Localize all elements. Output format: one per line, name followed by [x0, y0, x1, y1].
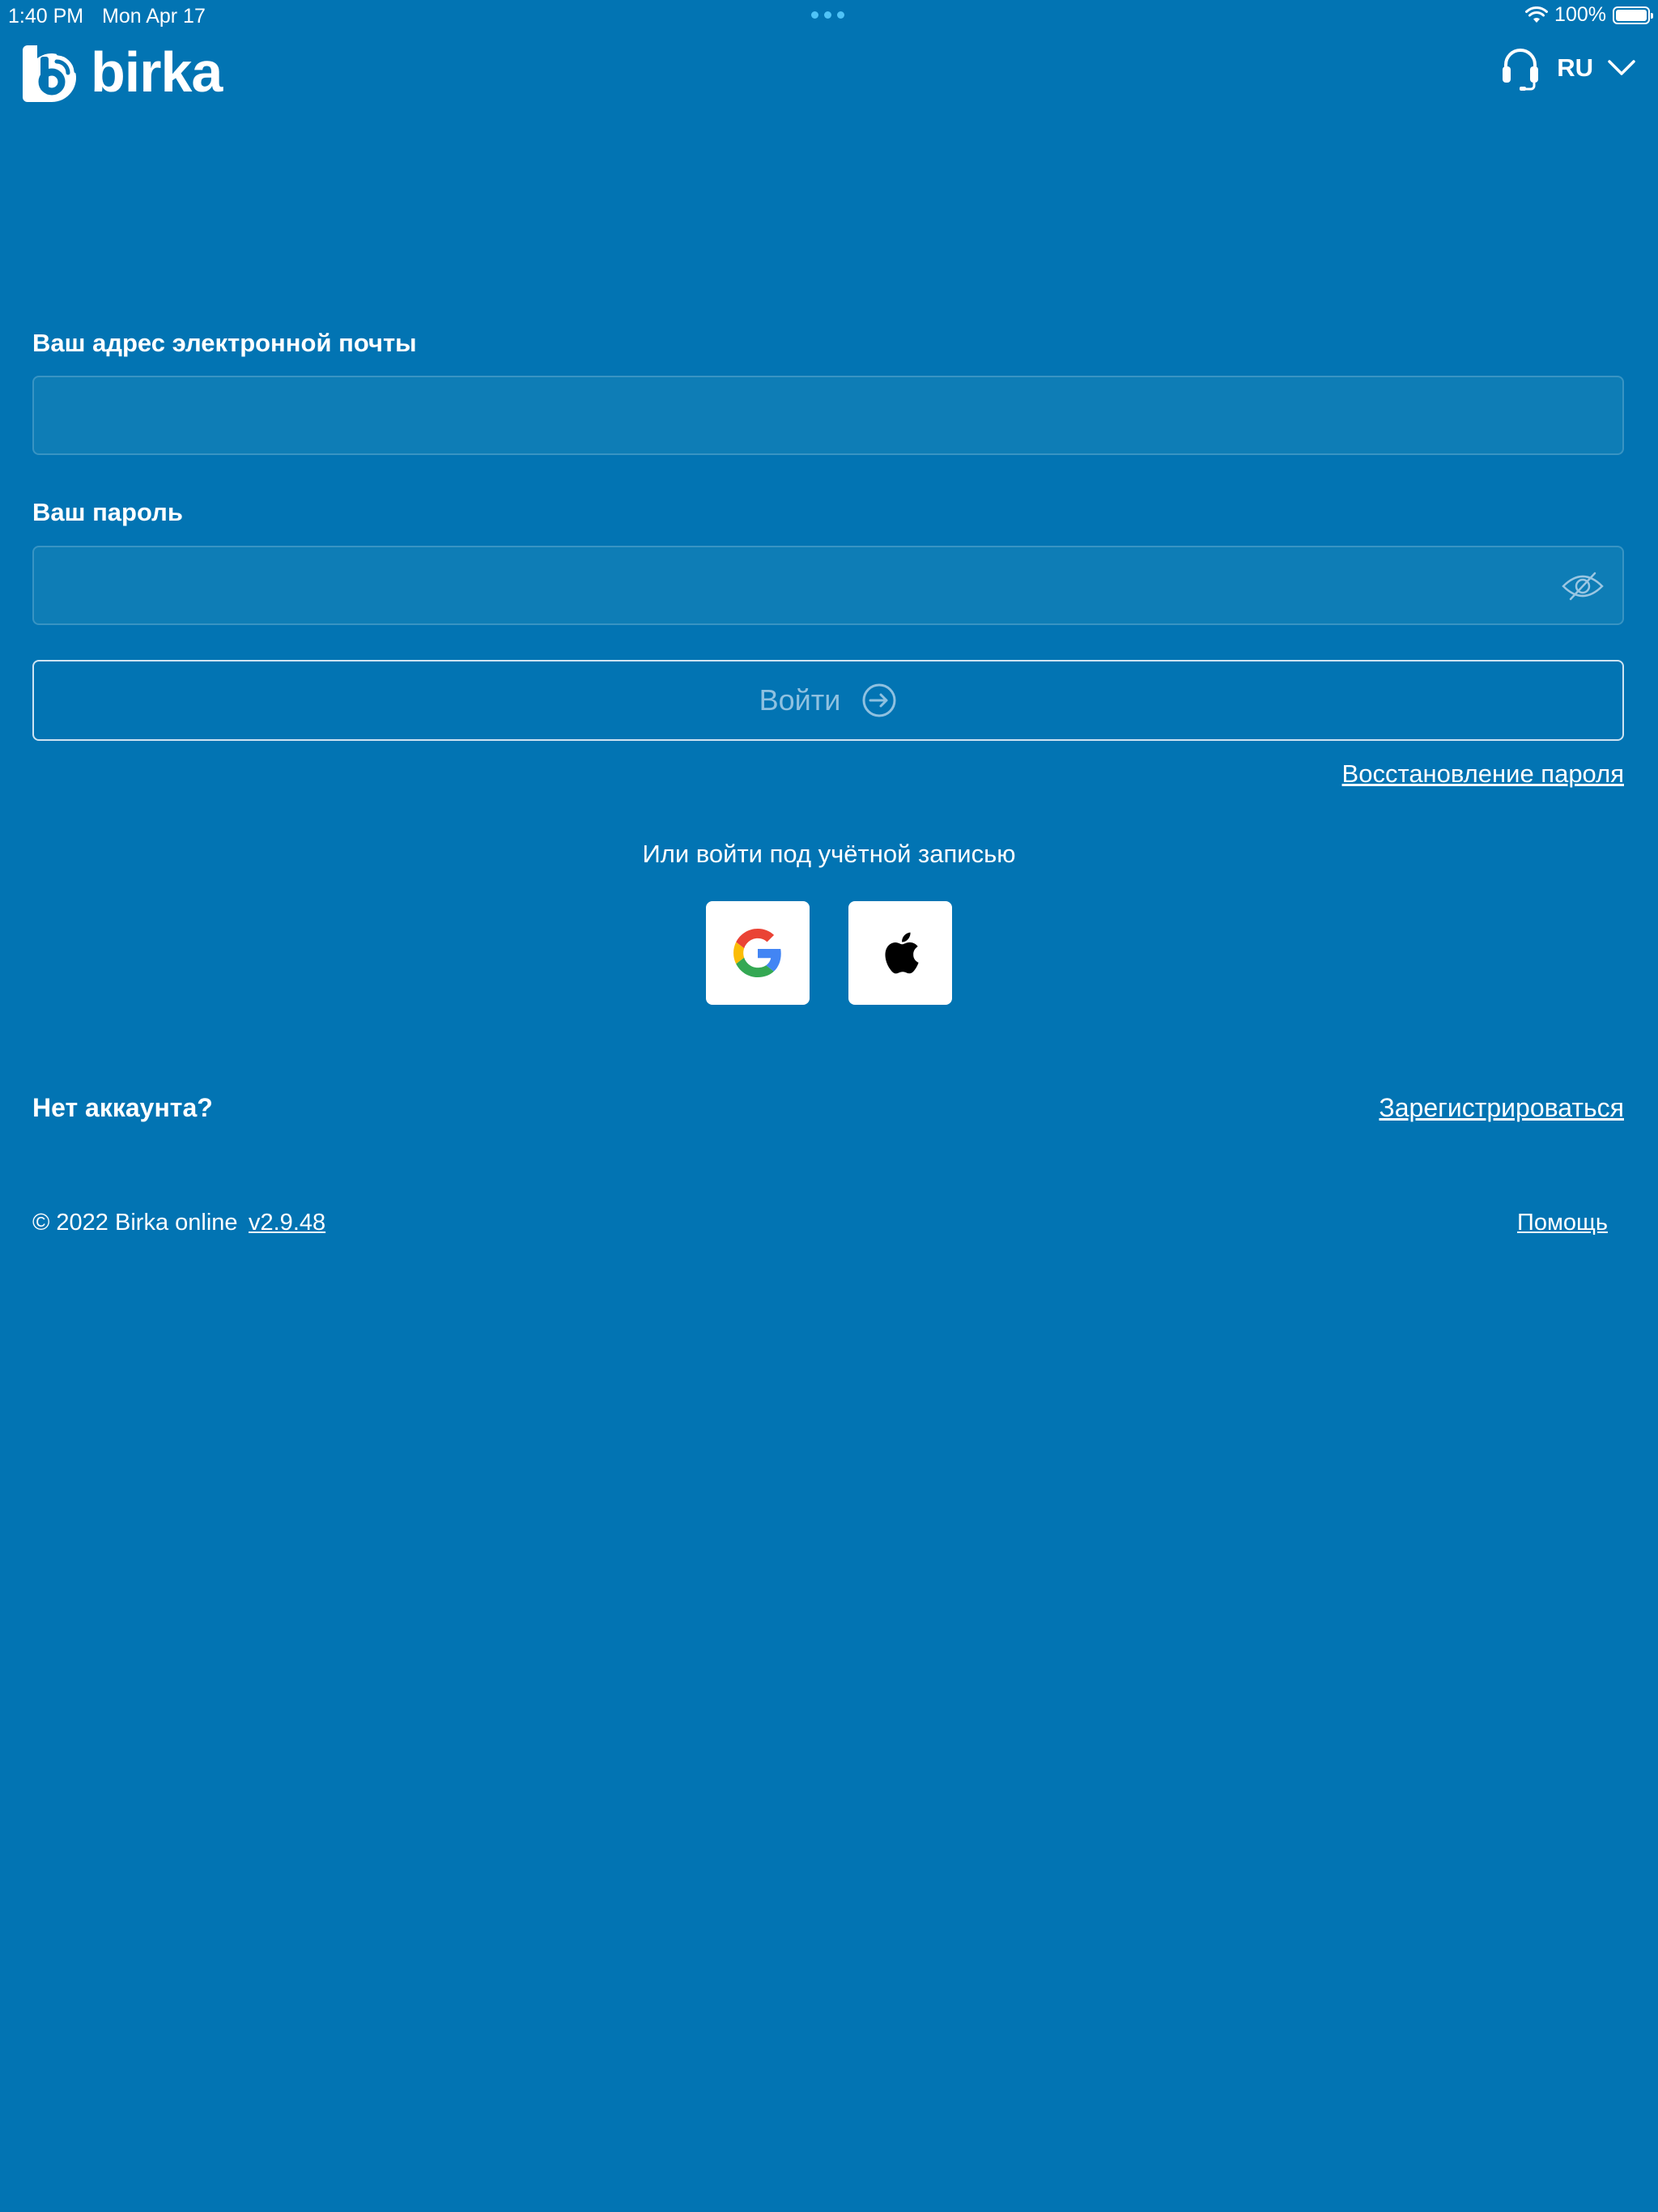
headset-icon[interactable] — [1500, 45, 1541, 91]
restore-password-link[interactable]: Восстановление пароля — [1342, 759, 1624, 789]
status-time: 1:40 PM — [8, 5, 84, 28]
apple-icon — [885, 932, 919, 974]
logo-wordmark: birka — [91, 40, 223, 104]
status-indicators: 100% — [1525, 3, 1653, 27]
google-login-button[interactable] — [706, 901, 810, 1005]
login-button-label: Войти — [759, 683, 841, 717]
login-screen: 1:40 PM Mon Apr 17 100% birka RU Ваш адр… — [0, 0, 1658, 2212]
wifi-icon — [1525, 6, 1549, 23]
status-bar: 1:40 PM Mon Apr 17 100% — [0, 0, 1658, 32]
battery-percent: 100% — [1554, 3, 1606, 26]
password-field-container — [32, 546, 1624, 625]
password-field[interactable] — [34, 547, 1622, 623]
status-date: Mon Apr 17 — [102, 5, 206, 28]
eye-off-icon[interactable] — [1561, 570, 1605, 602]
login-arrow-icon — [862, 683, 896, 717]
chevron-down-icon — [1608, 60, 1635, 75]
apple-login-button[interactable] — [848, 901, 952, 1005]
google-icon — [733, 929, 781, 977]
battery-icon — [1613, 6, 1653, 24]
help-link[interactable]: Помощь — [1517, 1210, 1608, 1236]
birka-logo: birka — [23, 40, 223, 105]
multitasking-dots-icon[interactable] — [811, 11, 844, 19]
no-account-text: Нет аккаунта? — [32, 1093, 213, 1122]
login-button[interactable]: Войти — [32, 660, 1624, 741]
email-field[interactable] — [34, 377, 1622, 453]
social-login-caption: Или войти под учётной записью — [642, 840, 1016, 868]
password-label: Ваш пароль — [32, 498, 183, 526]
language-selector[interactable]: RU — [1557, 53, 1635, 83]
language-label: RU — [1557, 53, 1593, 82]
version-link[interactable]: v2.9.48 — [249, 1210, 325, 1236]
birka-logo-icon — [23, 45, 79, 102]
email-field-container — [32, 376, 1624, 455]
header-controls: RU — [1500, 45, 1635, 91]
register-link[interactable]: Зарегистрироваться — [1379, 1093, 1624, 1123]
copyright-text: © 2022 Birka online — [32, 1210, 238, 1236]
email-label: Ваш адрес электронной почты — [32, 329, 417, 357]
